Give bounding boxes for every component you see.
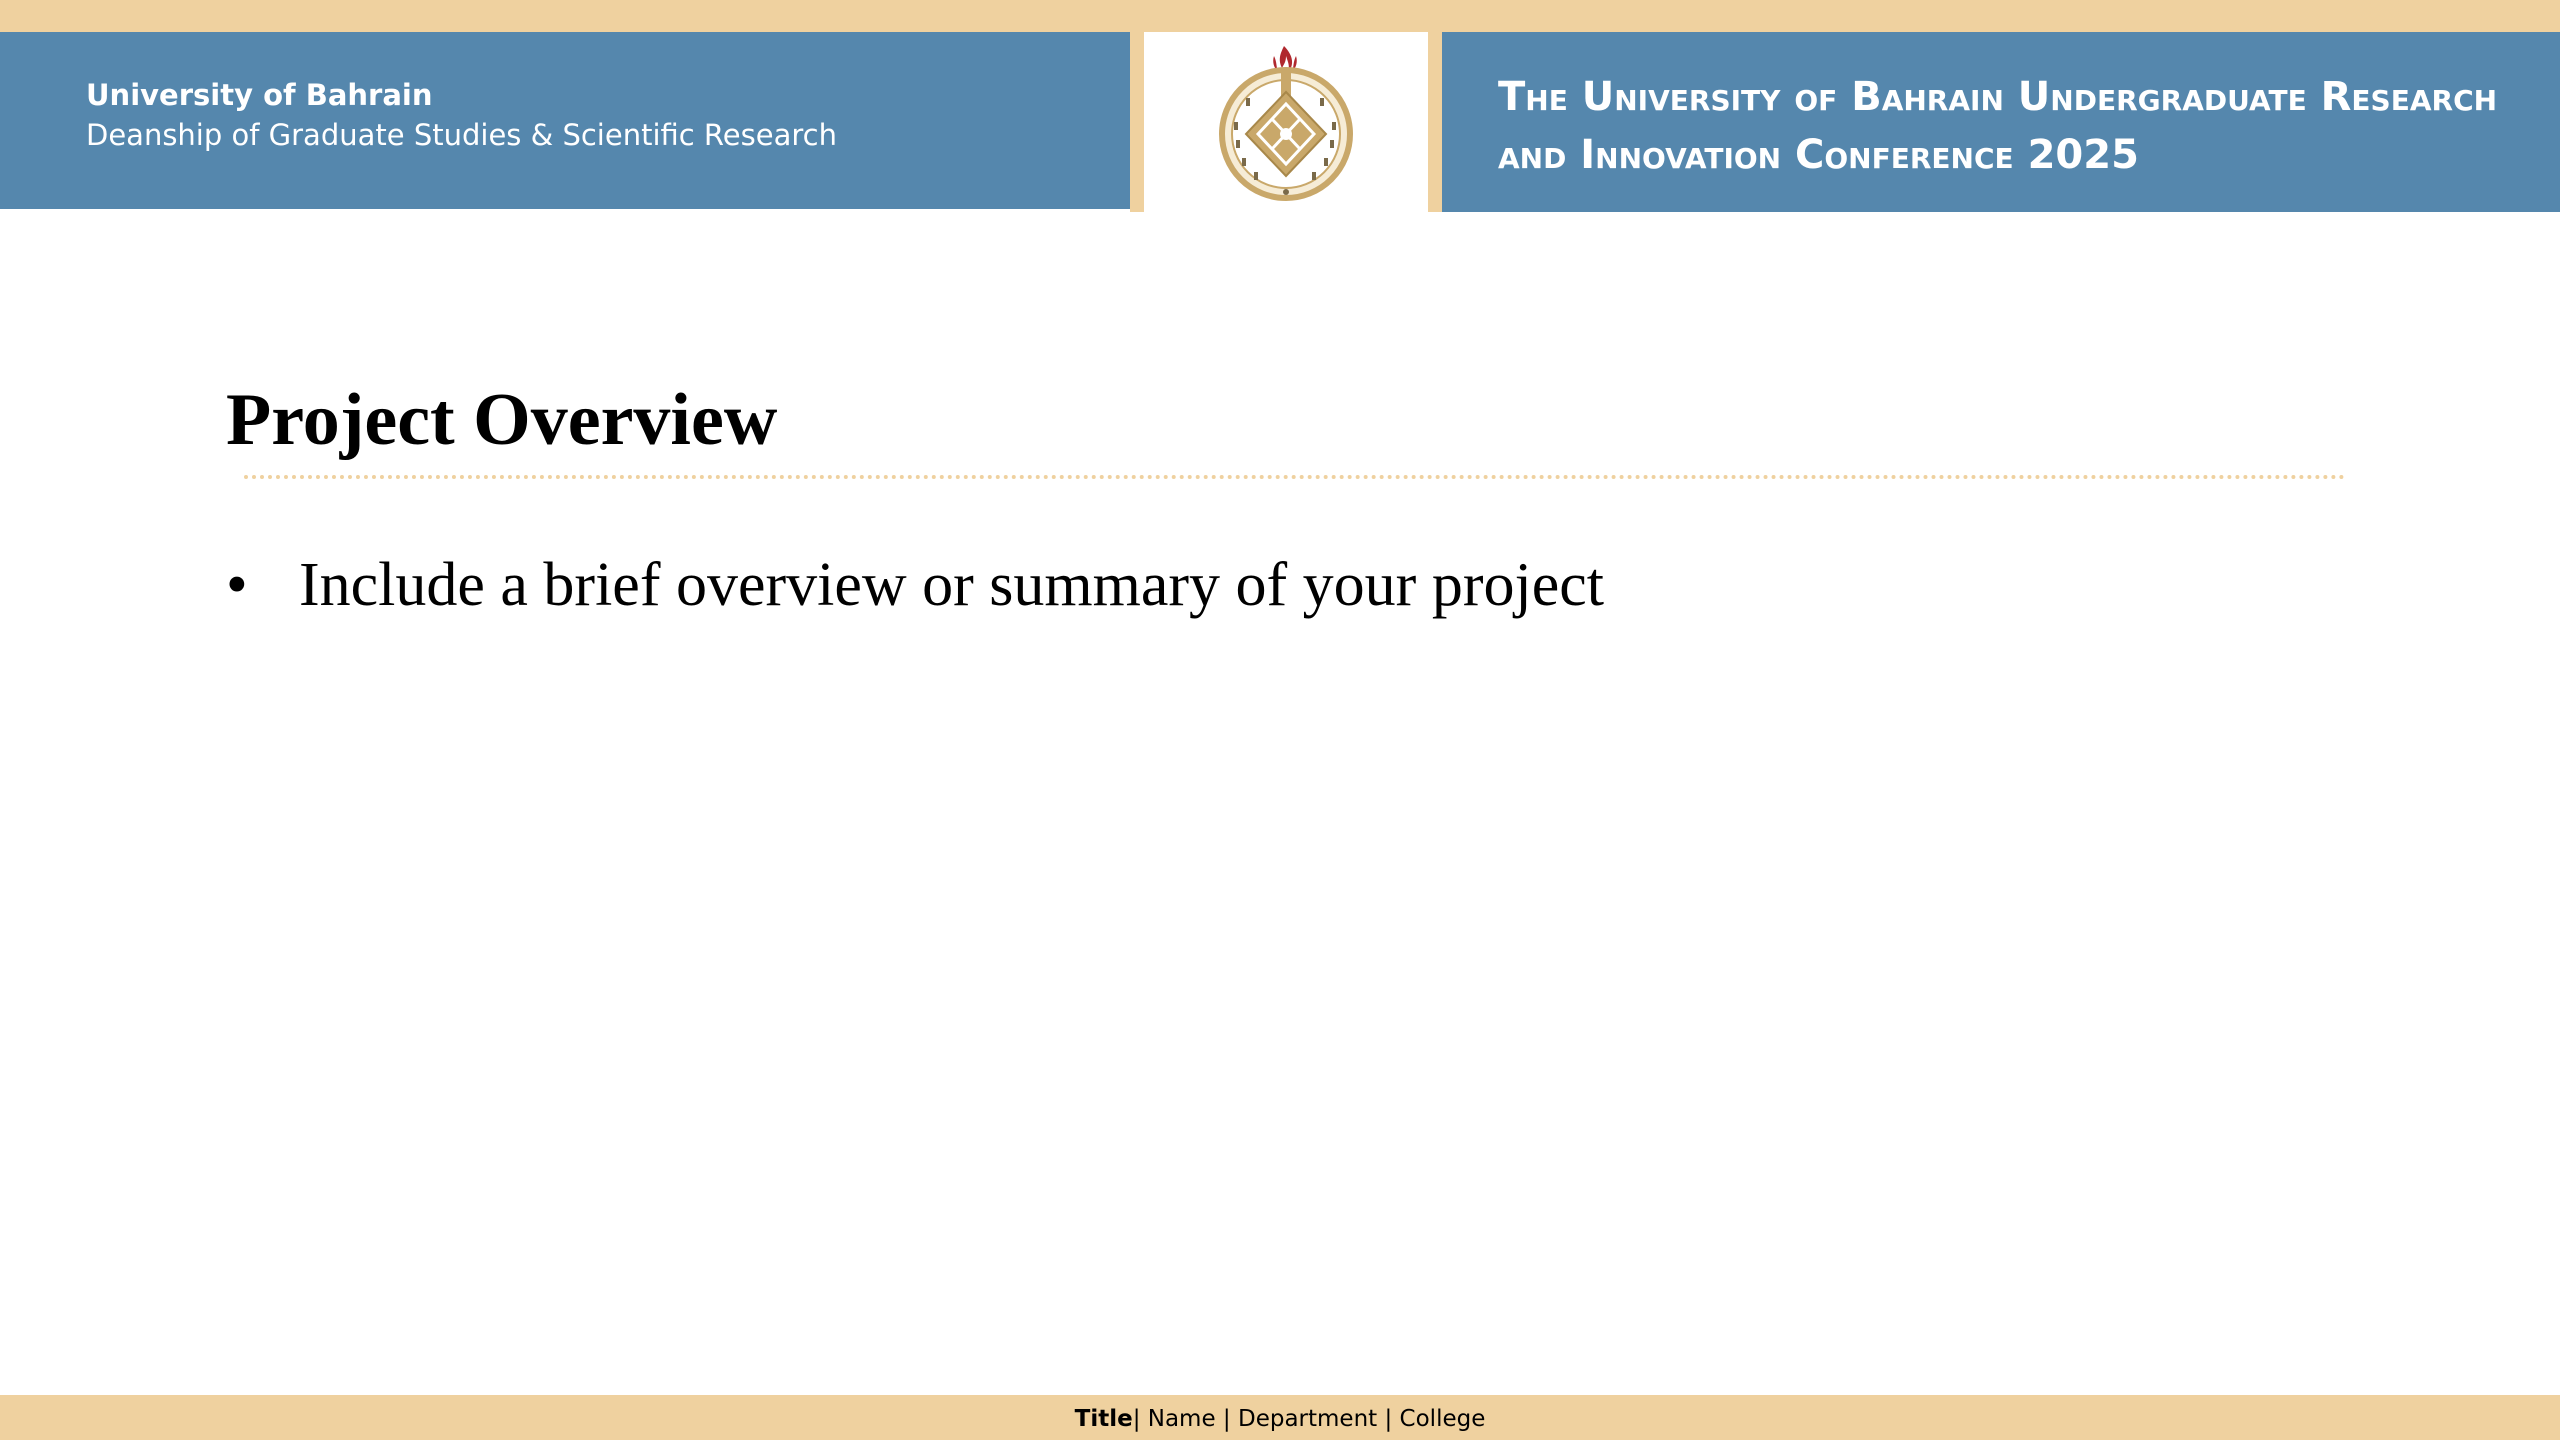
- title-divider: [244, 475, 2346, 479]
- footer-title: Title: [1074, 1406, 1133, 1432]
- deanship-name: Deanship of Graduate Studies & Scientifi…: [86, 118, 837, 152]
- university-name: University of Bahrain: [86, 78, 433, 112]
- footer-text: Title| Name | Department | College: [0, 1395, 2560, 1440]
- university-seal-icon: [1219, 46, 1353, 201]
- footer-separator: |: [1215, 1406, 1238, 1432]
- bullet-mark: •: [226, 551, 248, 619]
- slide-title: Project Overview: [226, 379, 778, 461]
- footer-department: Department: [1237, 1406, 1378, 1432]
- header-separator-left: [1130, 32, 1144, 212]
- footer-separator: |: [1132, 1406, 1148, 1432]
- conference-title: The University of Bahrain Undergraduate …: [1498, 68, 2538, 184]
- footer-name: Name: [1147, 1406, 1216, 1432]
- bullet-text: Include a brief overview or summary of y…: [299, 551, 1604, 619]
- bullet-list: • Include a brief overview or summary of …: [226, 550, 1604, 621]
- footer-college: College: [1399, 1406, 1486, 1432]
- logo-panel: [1144, 32, 1428, 212]
- slide: University of Bahrain Deanship of Gradua…: [0, 0, 2560, 1440]
- conference-title-line-2: and Innovation Conference 2025: [1498, 132, 2139, 178]
- top-accent-band: [0, 0, 2560, 32]
- bullet-item: • Include a brief overview or summary of …: [226, 550, 1604, 621]
- header-separator-right: [1428, 32, 1442, 212]
- footer-separator: |: [1377, 1406, 1400, 1432]
- conference-title-line-1: The University of Bahrain Undergraduate …: [1498, 74, 2498, 120]
